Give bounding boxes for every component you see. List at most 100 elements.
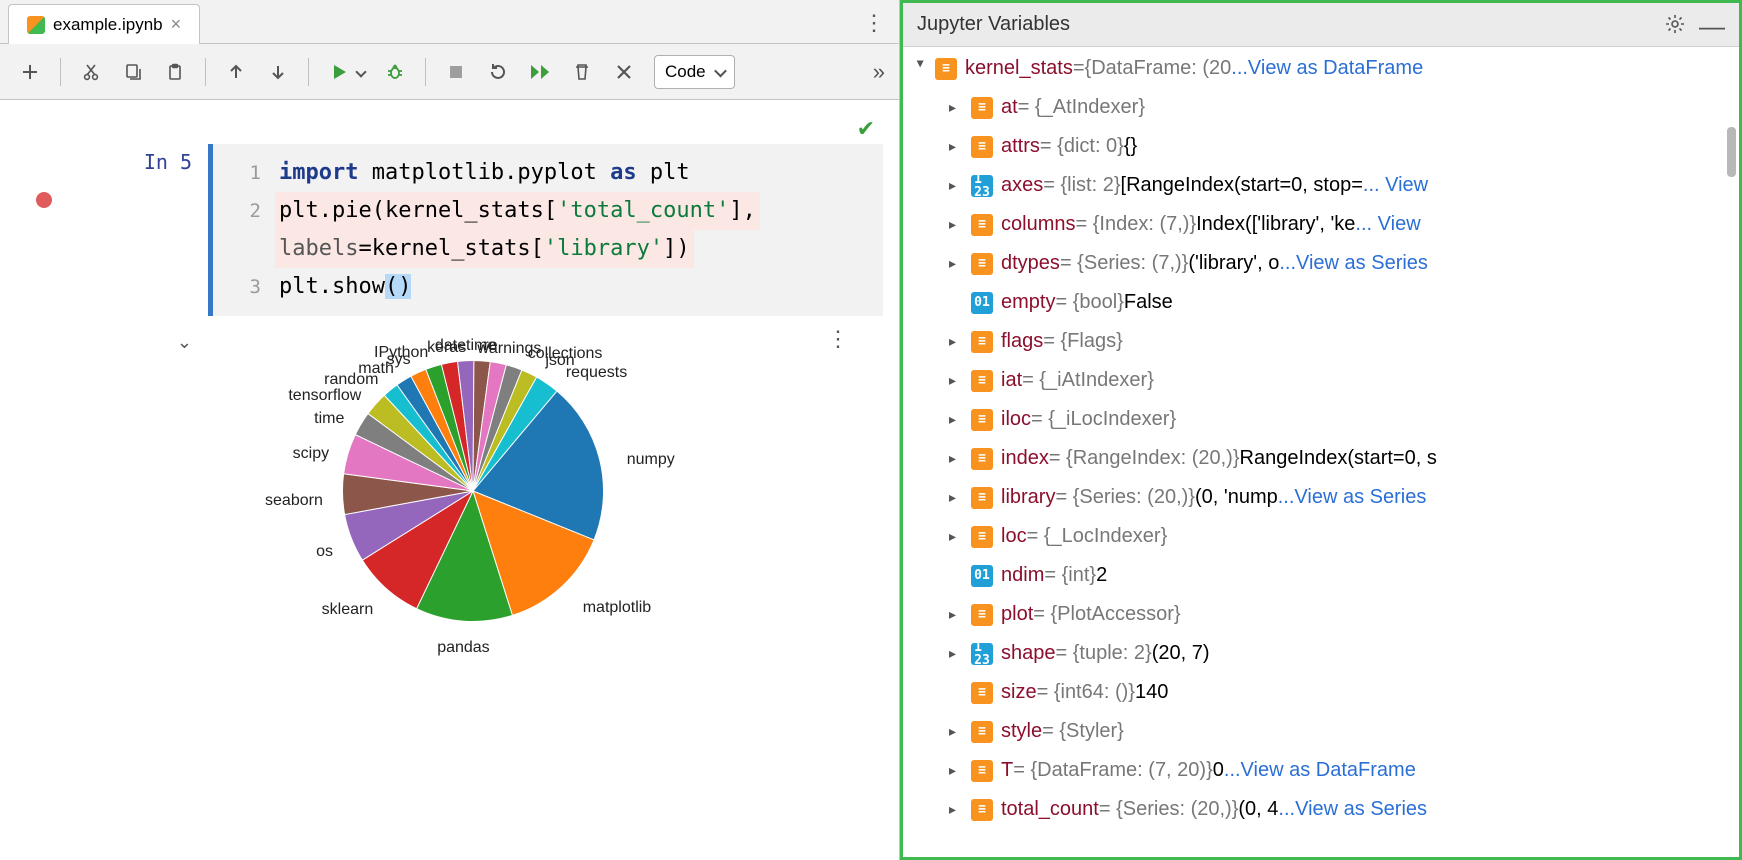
var-row[interactable]: ▸123shape = {tuple: 2} (20, 7) <box>903 634 1739 673</box>
object-icon: ≡ <box>971 331 993 353</box>
object-icon: ≡ <box>971 604 993 626</box>
chevron-right-icon[interactable]: ▸ <box>949 439 965 478</box>
view-link[interactable]: ...View as Series <box>1278 478 1427 517</box>
cell-status-ok-icon: ✔ <box>857 116 875 142</box>
cell-output: ⌄ ⋮ numpymatplotlibpandassklearnosseabor… <box>0 326 899 716</box>
object-icon: ≡ <box>971 253 993 275</box>
panel-header: Jupyter Variables — <box>903 3 1739 47</box>
var-row[interactable]: ▸≡dtypes = {Series: (7,)} ('library', o.… <box>903 244 1739 283</box>
variables-panel: Jupyter Variables — ▸ ≡ kernel_stats = {… <box>900 0 1742 860</box>
chevron-right-icon[interactable]: ▸ <box>949 517 965 556</box>
cut-icon[interactable] <box>79 60 103 84</box>
code-cell[interactable]: In 5 1import matplotlib.pyplot as plt 2p… <box>0 144 899 316</box>
cell-type-select[interactable]: Code <box>654 55 735 89</box>
output-more-icon[interactable]: ⋮ <box>827 326 849 352</box>
gear-icon[interactable] <box>1665 14 1685 40</box>
var-row[interactable]: ▸≡style = {Styler} <box>903 712 1739 751</box>
object-icon: ≡ <box>971 97 993 119</box>
object-icon: ≡ <box>971 487 993 509</box>
view-link[interactable]: ... View <box>1355 205 1420 244</box>
var-row[interactable]: ▸≡iloc = {_iLocIndexer} <box>903 400 1739 439</box>
object-icon: ≡ <box>971 721 993 743</box>
minimize-icon[interactable]: — <box>1699 11 1725 42</box>
run-dropdown-icon[interactable] <box>355 66 366 77</box>
notebook-toolbar: Code » <box>0 44 899 100</box>
variables-tree[interactable]: ▸ ≡ kernel_stats = {DataFrame: (20...Vie… <box>903 47 1739 857</box>
var-row[interactable]: 01ndim = {int} 2 <box>903 556 1739 595</box>
view-link[interactable]: ...View as Series <box>1278 790 1427 829</box>
var-row[interactable]: ▸≡flags = {Flags} <box>903 322 1739 361</box>
code-editor[interactable]: 1import matplotlib.pyplot as plt 2plt.pi… <box>208 144 883 316</box>
delete-icon[interactable] <box>570 60 594 84</box>
object-icon: ≡ <box>971 136 993 158</box>
chevron-right-icon[interactable]: ▸ <box>949 751 965 790</box>
chevron-right-icon[interactable]: ▸ <box>949 244 965 283</box>
object-icon: ≡ <box>971 370 993 392</box>
scrollbar-thumb[interactable] <box>1727 127 1736 177</box>
var-row[interactable]: 01empty = {bool} False <box>903 283 1739 322</box>
pie-label: matplotlib <box>583 599 651 617</box>
view-link[interactable]: ...View as DataFrame <box>1224 751 1416 790</box>
pie-label: tensorflow <box>288 387 361 405</box>
chevron-right-icon[interactable]: ▸ <box>949 88 965 127</box>
var-row[interactable]: ▸≡total_count = {Series: (20,)} (0, 4...… <box>903 790 1739 829</box>
chevron-right-icon[interactable]: ▸ <box>949 166 965 205</box>
object-icon: ≡ <box>971 409 993 431</box>
pie-label: numpy <box>627 451 675 469</box>
chevron-right-icon[interactable]: ▸ <box>949 634 965 673</box>
move-up-icon[interactable] <box>224 60 248 84</box>
object-icon: ≡ <box>971 214 993 236</box>
tab-overflow-icon[interactable]: ⋮ <box>863 10 885 36</box>
pie-label: pandas <box>437 639 490 657</box>
pie-label: requests <box>566 364 627 382</box>
chevron-right-icon[interactable]: ▸ <box>949 595 965 634</box>
jupyter-icon <box>27 16 45 34</box>
run-icon[interactable] <box>327 60 351 84</box>
var-row[interactable]: ▸≡library = {Series: (20,)} (0, 'nump...… <box>903 478 1739 517</box>
list-icon: 123 <box>971 175 993 197</box>
var-row[interactable]: ▸≡columns = {Index: (7,)} Index(['librar… <box>903 205 1739 244</box>
paste-icon[interactable] <box>163 60 187 84</box>
run-all-icon[interactable] <box>528 60 552 84</box>
var-row[interactable]: ▸≡attrs = {dict: 0} {} <box>903 127 1739 166</box>
chevron-right-icon[interactable]: ▸ <box>949 361 965 400</box>
var-row[interactable]: ≡size = {int64: ()} 140 <box>903 673 1739 712</box>
view-link[interactable]: ...View as Series <box>1279 244 1428 283</box>
clear-output-icon[interactable] <box>612 60 636 84</box>
stop-icon[interactable] <box>444 60 468 84</box>
chevron-right-icon[interactable]: ▸ <box>949 712 965 751</box>
debug-icon[interactable] <box>383 60 407 84</box>
pie-label: os <box>316 543 333 561</box>
var-row[interactable]: ▸≡iat = {_iAtIndexer} <box>903 361 1739 400</box>
panel-title: Jupyter Variables <box>917 13 1070 36</box>
chevron-right-icon[interactable]: ▸ <box>949 400 965 439</box>
breakpoint-icon[interactable] <box>36 192 52 208</box>
move-down-icon[interactable] <box>266 60 290 84</box>
chevron-right-icon[interactable]: ▸ <box>949 790 965 829</box>
toolbar-overflow-icon[interactable]: » <box>873 59 885 85</box>
var-row[interactable]: ▸≡T = {DataFrame: (7, 20)} 0 ...View as … <box>903 751 1739 790</box>
var-row[interactable]: ▸≡at = {_AtIndexer} <box>903 88 1739 127</box>
var-root[interactable]: ▸ ≡ kernel_stats = {DataFrame: (20...Vie… <box>903 49 1739 88</box>
object-icon: ≡ <box>971 799 993 821</box>
var-row[interactable]: ▸≡loc = {_LocIndexer} <box>903 517 1739 556</box>
object-icon: ≡ <box>971 682 993 704</box>
chevron-right-icon[interactable]: ▸ <box>949 205 965 244</box>
close-icon[interactable]: × <box>171 14 182 35</box>
collapse-output-icon[interactable]: ⌄ <box>177 332 192 686</box>
pie-label: seaborn <box>265 492 323 510</box>
add-cell-icon[interactable] <box>18 60 42 84</box>
view-link[interactable]: ... View <box>1363 166 1428 205</box>
pie-label: scipy <box>293 445 329 463</box>
bool-icon: 01 <box>971 565 993 587</box>
copy-icon[interactable] <box>121 60 145 84</box>
chevron-right-icon[interactable]: ▸ <box>949 478 965 517</box>
var-row[interactable]: ▸≡plot = {PlotAccessor} <box>903 595 1739 634</box>
var-row[interactable]: ▸≡index = {RangeIndex: (20,)} RangeIndex… <box>903 439 1739 478</box>
chevron-down-icon[interactable]: ▸ <box>903 61 941 77</box>
var-row[interactable]: ▸123axes = {list: 2} [RangeIndex(start=0… <box>903 166 1739 205</box>
file-tab[interactable]: example.ipynb × <box>8 4 200 44</box>
chevron-right-icon[interactable]: ▸ <box>949 322 965 361</box>
chevron-right-icon[interactable]: ▸ <box>949 127 965 166</box>
restart-icon[interactable] <box>486 60 510 84</box>
